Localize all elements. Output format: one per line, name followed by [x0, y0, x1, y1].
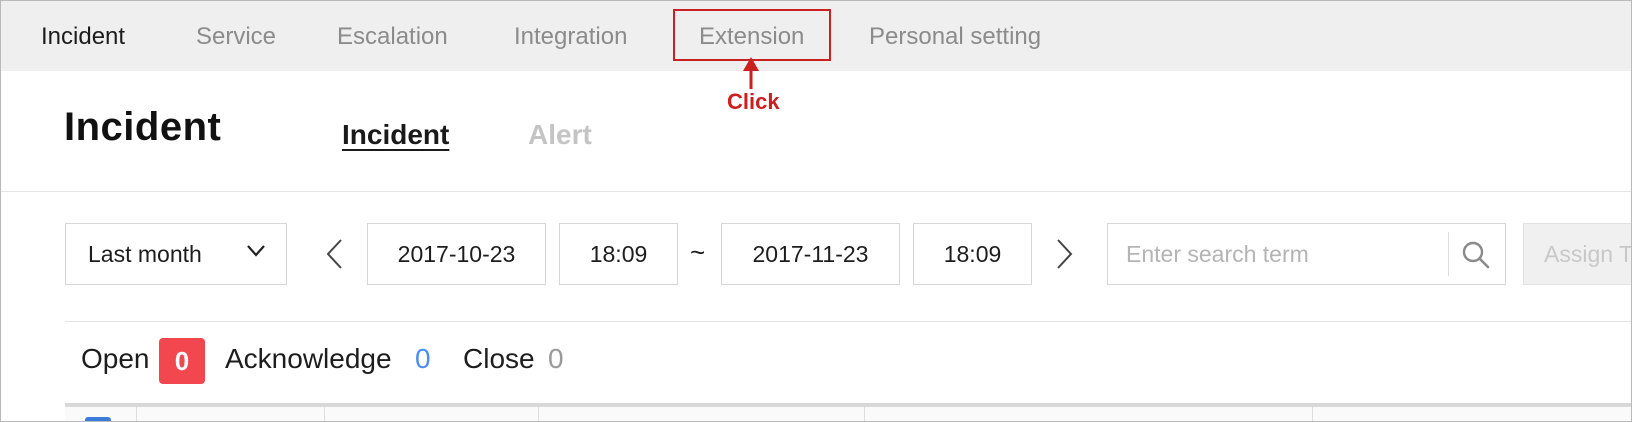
chevron-down-icon — [247, 245, 265, 257]
start-date-field[interactable]: 2017-10-23 — [367, 223, 546, 285]
nav-tab-escalation[interactable]: Escalation — [337, 1, 448, 71]
subtab-alert[interactable]: Alert — [528, 119, 592, 151]
period-select-value: Last month — [88, 240, 202, 267]
date-range-separator: ~ — [690, 237, 706, 267]
assign-button[interactable]: Assign T — [1523, 223, 1631, 285]
end-date-field[interactable]: 2017-11-23 — [721, 223, 900, 285]
column-separator — [538, 407, 539, 421]
search-input[interactable] — [1124, 239, 1438, 269]
nav-tab-personal-setting[interactable]: Personal setting — [869, 1, 1041, 71]
page-title: Incident — [64, 105, 222, 149]
column-separator — [1312, 407, 1313, 421]
column-separator — [136, 407, 137, 421]
search-icon[interactable] — [1461, 240, 1491, 270]
nav-tab-service[interactable]: Service — [196, 1, 276, 71]
click-annotation-label: Click — [727, 89, 780, 114]
search-separator — [1448, 232, 1449, 276]
period-select[interactable]: Last month — [65, 223, 287, 285]
column-separator — [864, 407, 865, 421]
highlight-box — [673, 9, 831, 61]
header-divider — [1, 191, 1631, 192]
arrow-up-icon — [743, 57, 759, 89]
open-label[interactable]: Open — [81, 343, 150, 375]
subtab-incident[interactable]: Incident — [342, 119, 449, 151]
open-count-badge[interactable]: 0 — [159, 338, 205, 384]
app-window: Incident Service Escalation Integration … — [0, 0, 1632, 422]
chevron-left-icon[interactable] — [323, 237, 347, 271]
close-count[interactable]: 0 — [548, 343, 564, 375]
nav-tab-incident[interactable]: Incident — [41, 1, 125, 71]
start-time-field[interactable]: 18:09 — [559, 223, 678, 285]
column-separator — [324, 407, 325, 421]
select-all-checkbox[interactable] — [85, 417, 111, 421]
filter-divider — [65, 321, 1631, 322]
close-label[interactable]: Close — [463, 343, 535, 375]
acknowledge-label[interactable]: Acknowledge — [225, 343, 392, 375]
chevron-right-icon[interactable] — [1052, 237, 1076, 271]
nav-tab-integration[interactable]: Integration — [514, 1, 627, 71]
table-header — [65, 407, 1631, 421]
end-time-field[interactable]: 18:09 — [913, 223, 1032, 285]
acknowledge-count[interactable]: 0 — [415, 343, 431, 375]
search-box — [1107, 223, 1506, 285]
